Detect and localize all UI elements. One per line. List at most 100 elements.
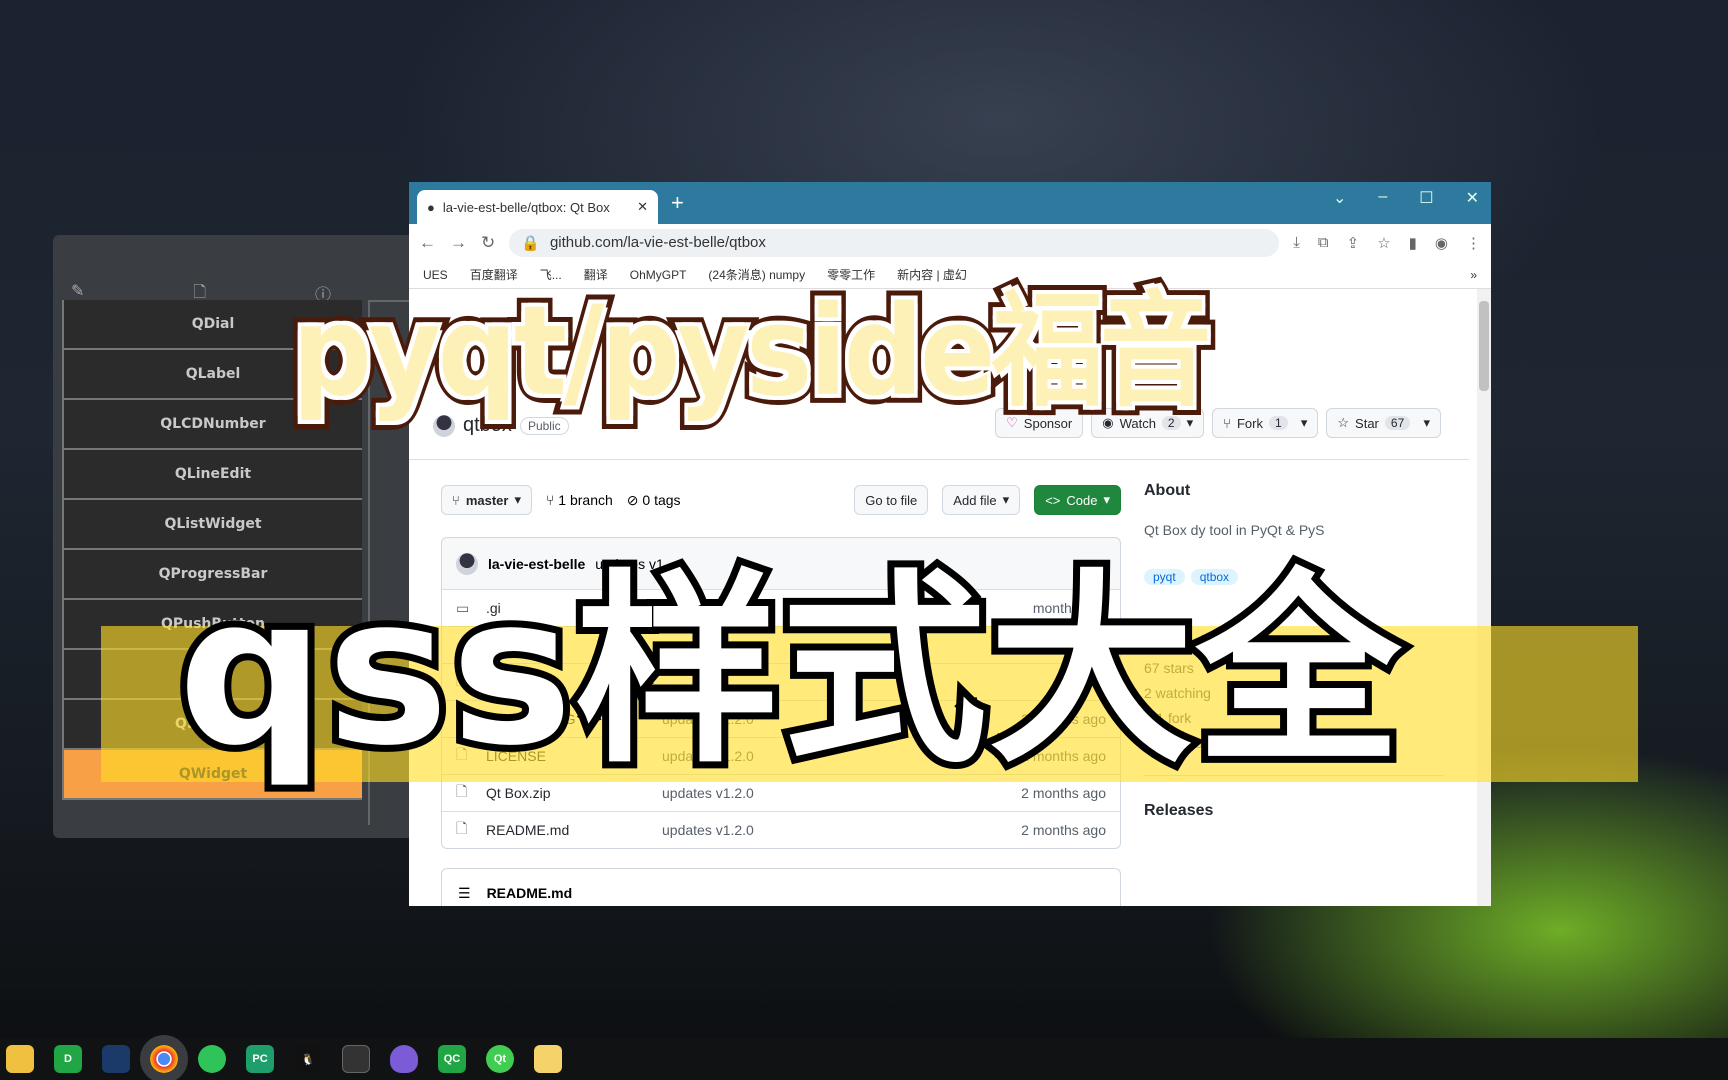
widget-item[interactable]: QLCDNumber — [64, 400, 362, 450]
qt-creator-icon[interactable]: QC — [438, 1045, 466, 1073]
file-icon: 🗋 — [456, 672, 468, 688]
file-row[interactable]: 🗋 Qt Box.zip updates v1.2.0 2 months ago — [442, 774, 1120, 811]
avatar — [456, 552, 478, 575]
bookmark[interactable]: 百度翻译 — [470, 266, 518, 283]
chrome-icon[interactable] — [140, 1035, 188, 1080]
reload-icon[interactable]: ↻ — [481, 233, 495, 253]
tags-link[interactable]: ⊘ 0 tags — [627, 492, 681, 509]
terminal-icon[interactable] — [342, 1045, 370, 1073]
readme-title[interactable]: README.md — [487, 885, 573, 901]
widget-item[interactable]: QDial — [64, 300, 362, 350]
qt-designer-icon[interactable]: Qt — [486, 1045, 514, 1073]
bookmark[interactable]: 翻译 — [584, 266, 608, 283]
fork-icon: ⑂ — [1144, 710, 1157, 726]
explorer-icon[interactable] — [6, 1045, 34, 1073]
repo-name[interactable]: qtbox — [463, 414, 512, 437]
app-icon[interactable] — [102, 1045, 130, 1073]
close-window-button[interactable]: ✕ — [1466, 188, 1479, 208]
branches-link[interactable]: ⑂ 1 branch — [546, 492, 613, 508]
folder-icon: ▭ — [456, 599, 470, 616]
widget-item[interactable]: QLineEdit — [64, 450, 362, 500]
share-icon[interactable]: ⇪ — [1347, 234, 1360, 252]
maximize-button[interactable]: ☐ — [1419, 188, 1433, 208]
translate-icon[interactable]: ⧉ — [1318, 234, 1329, 252]
menu-icon[interactable]: ⋮ — [1466, 234, 1481, 252]
commit-message[interactable]: updates v1 — [595, 556, 664, 572]
watching-link[interactable]: 2 watching — [1144, 685, 1444, 701]
file-row[interactable]: 🗋 LICENSE updates v1.2.0 2 months ago — [442, 737, 1120, 774]
more-bookmarks[interactable]: » — [1470, 268, 1477, 282]
divider — [409, 459, 1469, 460]
branch-icon: ⑂ — [452, 492, 460, 508]
new-tab-button[interactable]: + — [671, 190, 684, 216]
tab-title: la-vie-est-belle/qtbox: Qt Box — [442, 199, 610, 215]
tab-github[interactable]: ● la-vie-est-belle/qtbox: Qt Box ✕ — [417, 190, 658, 224]
bookmark[interactable]: UES — [423, 268, 448, 282]
star-icon: ☆ — [1337, 415, 1350, 430]
sponsor-button[interactable]: ♡ Sponsor — [995, 408, 1084, 438]
forward-icon[interactable]: → — [450, 233, 467, 253]
widget-item-selected[interactable]: QWidget — [64, 750, 362, 800]
branch-row: ⑂ master ▾ ⑂ 1 branch ⊘ 0 tags Go to file … — [441, 485, 1121, 515]
watch-button[interactable]: ◉ Watch 2 ▾ — [1091, 408, 1205, 438]
bookmark[interactable]: 新内容 | 虚幻 — [897, 266, 967, 283]
topic-tag[interactable]: pyqt — [1144, 569, 1185, 585]
bookmark[interactable]: 飞... — [540, 266, 562, 283]
dataspell-icon[interactable]: D — [54, 1045, 82, 1073]
tag-icon: ⊘ — [626, 491, 639, 508]
code-icon: <> — [1045, 492, 1061, 508]
stars-link[interactable]: 67 stars — [1144, 660, 1444, 676]
files-icon[interactable] — [534, 1045, 562, 1073]
bookmark[interactable]: OhMyGPT — [630, 268, 687, 282]
lock-icon: 🔒 — [521, 234, 540, 252]
qt-demo-window: ✎ 🗋 ⓘ QDial QLabel QLCDNumber QLineEdit … — [53, 235, 413, 838]
widget-item[interactable]: QSpinBox — [64, 700, 362, 750]
bookmark-star-icon[interactable]: ☆ — [1377, 234, 1390, 252]
minimize-button[interactable]: – — [1378, 188, 1387, 208]
install-icon[interactable]: ⤓ — [1293, 234, 1300, 252]
star-button[interactable]: ☆ Star 67 ▾ — [1326, 408, 1441, 438]
file-row[interactable]: 🗋 .gi — [442, 663, 1120, 700]
tab-search-icon[interactable]: ⌄ — [1333, 188, 1346, 208]
widget-item[interactable]: QProgressBar — [64, 550, 362, 600]
topic-tag[interactable]: qtbox — [1190, 569, 1239, 585]
url-bar[interactable]: 🔒 github.com/la-vie-est-belle/qtbox — [509, 228, 1280, 257]
tab-bar: ● la-vie-est-belle/qtbox: Qt Box ✕ + ⌄ –… — [409, 182, 1491, 224]
code-button[interactable]: <> Code ▾ — [1034, 485, 1121, 515]
folder-icon: ▭ — [456, 636, 470, 653]
browser-window: ● la-vie-est-belle/qtbox: Qt Box ✕ + ⌄ –… — [409, 182, 1491, 906]
list-icon[interactable]: ☰ — [458, 885, 471, 902]
obsidian-icon[interactable] — [390, 1045, 418, 1073]
avatar[interactable] — [433, 414, 455, 437]
wechat-icon[interactable] — [198, 1045, 226, 1073]
about-sidebar: About Qt Box dy tool in PyQt & PyS pyqt q… — [1144, 482, 1444, 842]
bookmark[interactable]: (24条消息) numpy — [708, 266, 805, 283]
activity-link[interactable]: ivity — [1144, 635, 1444, 651]
branch-select[interactable]: ⑂ master ▾ — [441, 485, 532, 515]
profile-icon[interactable]: ◉ — [1435, 234, 1448, 252]
qq-icon[interactable]: 🐧 — [294, 1045, 322, 1073]
bookmark[interactable]: 零零工作 — [827, 266, 875, 283]
widget-item[interactable]: QListWidget — [64, 500, 362, 550]
side-panel-icon[interactable]: ▮ — [1409, 234, 1417, 252]
fork-button[interactable]: ⑂ Fork 1 ▾ — [1212, 408, 1319, 438]
releases-title[interactable]: Releases — [1144, 802, 1444, 820]
file-row[interactable]: 🗋 README.md updates v1.2.0 2 months ago — [442, 811, 1120, 848]
pycharm-icon[interactable]: PC — [246, 1045, 274, 1073]
widget-item[interactable]: QLabel — [64, 350, 362, 400]
report-link[interactable]: Report repository — [1144, 735, 1444, 751]
forks-link[interactable]: ⑂ 1 fork — [1144, 710, 1444, 726]
back-icon[interactable]: ← — [419, 233, 436, 253]
file-row[interactable]: ▭ months ago — [442, 626, 1120, 663]
page-scrollbar[interactable] — [1477, 289, 1491, 906]
file-row[interactable]: 🗋 CHANGELOG updates v1.2.0 2 months ago — [442, 700, 1120, 737]
commit-author[interactable]: la-vie-est-belle — [488, 556, 585, 572]
widget-item[interactable]: QPushButton — [64, 600, 362, 650]
close-tab-icon[interactable]: ✕ — [637, 199, 648, 215]
widget-item[interactable] — [64, 650, 362, 700]
file-row[interactable]: ▭ .gi months ago — [442, 589, 1120, 626]
file-icon: 🗋 — [456, 746, 468, 762]
add-file-button[interactable]: Add file ▾ — [942, 485, 1021, 515]
go-to-file-button[interactable]: Go to file — [854, 485, 929, 515]
file-icon: 🗋 — [456, 783, 468, 799]
